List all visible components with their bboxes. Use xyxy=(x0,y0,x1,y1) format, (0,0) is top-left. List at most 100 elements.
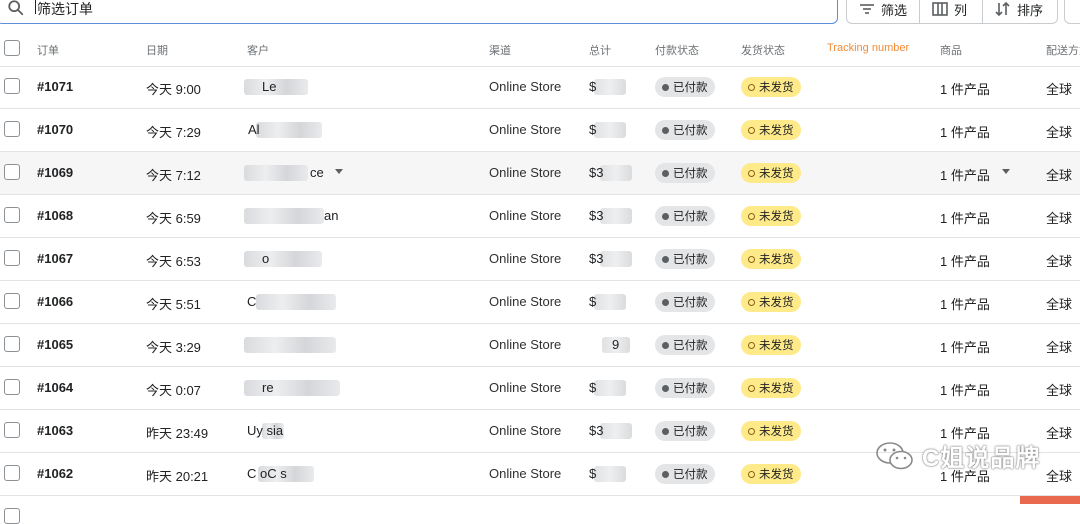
payment-label: 已付款 xyxy=(673,125,708,137)
row-checkbox[interactable] xyxy=(4,293,20,309)
col-payment-status[interactable]: 付款状态 xyxy=(655,42,699,58)
fulfillment-badge: 未发货 xyxy=(741,378,801,398)
col-fulfillment-status[interactable]: 发货状态 xyxy=(741,42,785,58)
sort-label: 排序 xyxy=(1017,2,1044,18)
col-total[interactable]: 总计 xyxy=(589,42,611,58)
table-row[interactable]: #1071 今天 9:00 Le Online Store $ 已付款 未发货 … xyxy=(0,66,1080,109)
corner-tag xyxy=(1020,496,1080,504)
unfulfilled-ring-icon xyxy=(748,126,755,134)
order-items[interactable]: 1 件产品 xyxy=(940,380,990,399)
order-number[interactable]: #1066 xyxy=(37,294,73,309)
payment-badge: 已付款 xyxy=(655,163,715,183)
order-date: 今天 7:29 xyxy=(146,125,201,140)
payment-badge: 已付款 xyxy=(655,335,715,355)
search-input[interactable]: 筛选订单 xyxy=(0,0,838,24)
payment-label: 已付款 xyxy=(673,211,708,223)
order-items[interactable]: 1 件产品 xyxy=(940,337,990,356)
row-checkbox[interactable] xyxy=(4,207,20,223)
unfulfilled-ring-icon xyxy=(748,212,755,220)
order-channel: Online Store xyxy=(489,122,562,137)
payment-badge: 已付款 xyxy=(655,120,715,140)
filter-icon xyxy=(860,4,874,14)
payment-label: 已付款 xyxy=(673,168,708,180)
paid-dot-icon xyxy=(662,169,669,177)
col-channel[interactable]: 渠道 xyxy=(489,42,511,58)
select-all-checkbox[interactable] xyxy=(4,40,20,56)
table-row[interactable]: #1067 今天 6:53 o Online Store $3 已付款 未发货 … xyxy=(0,238,1080,281)
row-checkbox[interactable] xyxy=(4,379,20,395)
order-channel: Online Store xyxy=(489,337,562,352)
order-items[interactable]: 1 件产品 xyxy=(940,122,990,141)
order-date: 今天 9:00 xyxy=(146,82,201,97)
fulfillment-label: 未发货 xyxy=(759,82,794,94)
order-number[interactable]: #1070 xyxy=(37,122,73,137)
fulfillment-label: 未发货 xyxy=(759,168,794,180)
col-delivery[interactable]: 配送方式 xyxy=(1046,42,1080,58)
customer-partial: o xyxy=(262,251,270,266)
sort-button[interactable]: 排序 xyxy=(982,0,1058,24)
more-button[interactable] xyxy=(1064,0,1080,24)
order-number[interactable]: #1067 xyxy=(37,251,73,266)
total-partial: $ xyxy=(589,380,597,395)
items-dropdown-icon[interactable] xyxy=(1002,169,1010,174)
table-row-partial[interactable] xyxy=(0,496,1080,524)
paid-dot-icon xyxy=(662,427,669,435)
order-number[interactable]: #1065 xyxy=(37,337,73,352)
row-checkbox[interactable] xyxy=(4,465,20,481)
unfulfilled-ring-icon xyxy=(748,341,755,349)
fulfillment-label: 未发货 xyxy=(759,254,794,266)
total-redacted xyxy=(594,380,626,396)
paid-dot-icon xyxy=(662,384,669,392)
order-channel: Online Store xyxy=(489,165,562,180)
unfulfilled-ring-icon xyxy=(748,298,755,306)
order-number[interactable]: #1064 xyxy=(37,380,73,395)
order-number[interactable]: #1071 xyxy=(37,79,73,94)
row-checkbox[interactable] xyxy=(4,250,20,266)
fulfillment-badge: 未发货 xyxy=(741,77,801,97)
order-delivery: 全球 xyxy=(1046,383,1073,398)
row-checkbox[interactable] xyxy=(4,121,20,137)
order-date: 今天 6:53 xyxy=(146,254,201,269)
col-tracking-number[interactable]: Tracking number xyxy=(827,42,909,54)
table-row[interactable]: #1065 今天 3:29 Online Store 9 已付款 未发货 1 件… xyxy=(0,324,1080,367)
row-checkbox[interactable] xyxy=(4,164,20,180)
paid-dot-icon xyxy=(662,212,669,220)
unfulfilled-ring-icon xyxy=(748,384,755,392)
fulfillment-label: 未发货 xyxy=(759,211,794,223)
row-checkbox[interactable] xyxy=(4,422,20,438)
order-items[interactable]: 1 件产品 xyxy=(940,79,990,98)
order-number[interactable]: #1068 xyxy=(37,208,73,223)
customer-partial: an xyxy=(324,208,339,223)
table-row[interactable]: #1070 今天 7:29 Al Online Store $ 已付款 未发货 … xyxy=(0,109,1080,152)
columns-button[interactable]: 列 xyxy=(919,0,983,24)
col-items[interactable]: 商品 xyxy=(940,42,962,58)
order-delivery: 全球 xyxy=(1046,168,1073,183)
table-row[interactable]: #1068 今天 6:59 an Online Store $3 已付款 未发货… xyxy=(0,195,1080,238)
paid-dot-icon xyxy=(662,298,669,306)
row-checkbox[interactable] xyxy=(4,78,20,94)
col-order[interactable]: 订单 xyxy=(37,42,59,58)
table-row[interactable]: #1069 今天 7:12 ce Online Store $3 已付款 未发货… xyxy=(0,152,1080,195)
order-delivery: 全球 xyxy=(1046,254,1073,269)
customer-dropdown-icon[interactable] xyxy=(335,169,343,174)
row-checkbox[interactable] xyxy=(4,508,20,524)
fulfillment-badge: 未发货 xyxy=(741,292,801,312)
payment-label: 已付款 xyxy=(673,469,708,481)
total-redacted xyxy=(594,122,626,138)
table-row[interactable]: #1064 今天 0:07 re Online Store $ 已付款 未发货 … xyxy=(0,367,1080,410)
order-items[interactable]: 1 件产品 xyxy=(940,165,990,184)
order-number[interactable]: #1062 xyxy=(37,466,73,481)
payment-badge: 已付款 xyxy=(655,206,715,226)
order-items[interactable]: 1 件产品 xyxy=(940,294,990,313)
filter-button[interactable]: 筛选 xyxy=(846,0,920,24)
table-row[interactable]: #1066 今天 5:51 C Online Store $ 已付款 未发货 1… xyxy=(0,281,1080,324)
order-number[interactable]: #1063 xyxy=(37,423,73,438)
col-customer[interactable]: 客户 xyxy=(247,42,269,58)
col-date[interactable]: 日期 xyxy=(146,42,168,58)
order-items[interactable]: 1 件产品 xyxy=(940,208,990,227)
order-number[interactable]: #1069 xyxy=(37,165,73,180)
order-items[interactable]: 1 件产品 xyxy=(940,251,990,270)
row-checkbox[interactable] xyxy=(4,336,20,352)
payment-badge: 已付款 xyxy=(655,249,715,269)
unfulfilled-ring-icon xyxy=(748,169,755,177)
